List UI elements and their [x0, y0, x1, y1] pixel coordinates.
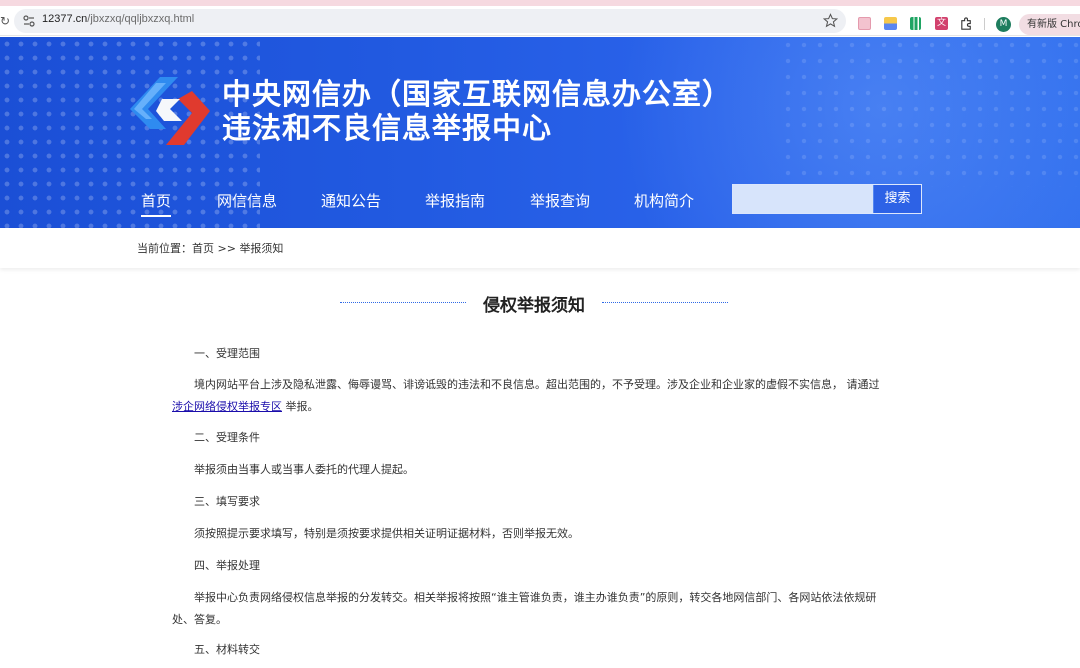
section-heading-handling: 四、举报处理	[194, 559, 260, 572]
site-title: 中央网信办（国家互联网信息办公室） 违法和不良信息举报中心	[222, 77, 732, 145]
browser-toolbar: ↻ 12377.cn/jbxzxq/qqljbxzxq.html 文 M 有新版…	[0, 6, 1080, 36]
breadcrumb-prefix: 当前位置：	[137, 242, 192, 255]
site-settings-icon[interactable]	[22, 14, 36, 28]
breadcrumb-home-link[interactable]: 首页	[192, 242, 214, 255]
main-nav: 首页 网信信息 通知公告 举报指南 举报查询 机构简介 搜索	[0, 184, 1080, 218]
url-host: 12377.cn	[42, 13, 88, 25]
section-body-requirements: 须按照提示要求填写，特别是须按要求提供相关证明证据材料，否则举报无效。	[194, 527, 579, 540]
search-input[interactable]	[733, 185, 873, 213]
section-body-handling: 举报中心负责网络侵权信息举报的分发转交。相关举报将按照“谁主管谁负责，谁主办谁负…	[172, 591, 877, 626]
reload-icon[interactable]: ↻	[0, 14, 10, 28]
search-box: 搜索	[732, 184, 922, 214]
nav-item-report-guide[interactable]: 举报指南	[425, 190, 485, 211]
url-text[interactable]: 12377.cn/jbxzxq/qqljbxzxq.html	[42, 13, 194, 25]
section-body-scope: 境内网站平台上涉及隐私泄露、侮辱谩骂、诽谤诋毁的违法和不良信息。超出范围的，不予…	[172, 374, 888, 418]
nav-item-news[interactable]: 网信信息	[217, 190, 277, 211]
bookmark-star-icon[interactable]	[823, 13, 838, 28]
breadcrumb-separator: >>	[214, 242, 240, 255]
extension-icon-3[interactable]	[910, 17, 921, 30]
nav-item-report-query[interactable]: 举报查询	[530, 190, 590, 211]
site-header-banner: 中央网信办（国家互联网信息办公室） 违法和不良信息举报中心 首页 网信信息 通知…	[0, 37, 1080, 228]
extensions-puzzle-icon[interactable]	[959, 16, 974, 31]
site-logo-icon[interactable]	[128, 77, 212, 145]
address-bar[interactable]: 12377.cn/jbxzxq/qqljbxzxq.html	[14, 9, 846, 33]
nav-item-home[interactable]: 首页	[141, 190, 172, 217]
enterprise-report-link[interactable]: 涉企网络侵权举报专区	[172, 400, 282, 413]
scope-text-end: 举报。	[282, 400, 319, 413]
banner-dot-pattern-right	[780, 37, 1080, 187]
url-path: /jbxzxq/qqljbxzxq.html	[87, 13, 195, 25]
title-divider-right	[602, 302, 728, 303]
section-heading-conditions: 二、受理条件	[194, 431, 260, 444]
nav-item-about[interactable]: 机构简介	[634, 190, 694, 211]
chrome-update-button[interactable]: 有新版 Chrome	[1019, 14, 1080, 35]
search-button[interactable]: 搜索	[874, 185, 921, 213]
breadcrumb-bar: 当前位置：首页 >> 举报须知	[0, 228, 1080, 268]
toolbar-divider	[984, 18, 985, 30]
site-title-line1: 中央网信办（国家互联网信息办公室）	[222, 77, 733, 111]
extension-icon-4[interactable]: 文	[935, 17, 948, 30]
breadcrumb: 当前位置：首页 >> 举报须知	[137, 240, 283, 256]
site-title-line2: 违法和不良信息举报中心	[222, 111, 553, 145]
page-title-block: 侵权举报须知	[340, 291, 728, 316]
scope-text: 境内网站平台上涉及隐私泄露、侮辱谩骂、诽谤诋毁的违法和不良信息。超出范围的，不予…	[194, 378, 880, 391]
extension-icon-2[interactable]	[884, 17, 897, 30]
section-heading-requirements: 三、填写要求	[194, 495, 260, 508]
section-body-conditions: 举报须由当事人或当事人委托的代理人提起。	[194, 463, 414, 476]
breadcrumb-current: 举报须知	[239, 242, 284, 255]
profile-avatar[interactable]: M	[996, 17, 1011, 32]
section-heading-transfer: 五、材料转交	[194, 643, 260, 656]
section-heading-scope: 一、受理范围	[194, 347, 260, 360]
page-title: 侵权举报须知	[483, 296, 585, 316]
nav-item-notices[interactable]: 通知公告	[321, 190, 381, 211]
extension-icon-1[interactable]	[858, 17, 871, 30]
